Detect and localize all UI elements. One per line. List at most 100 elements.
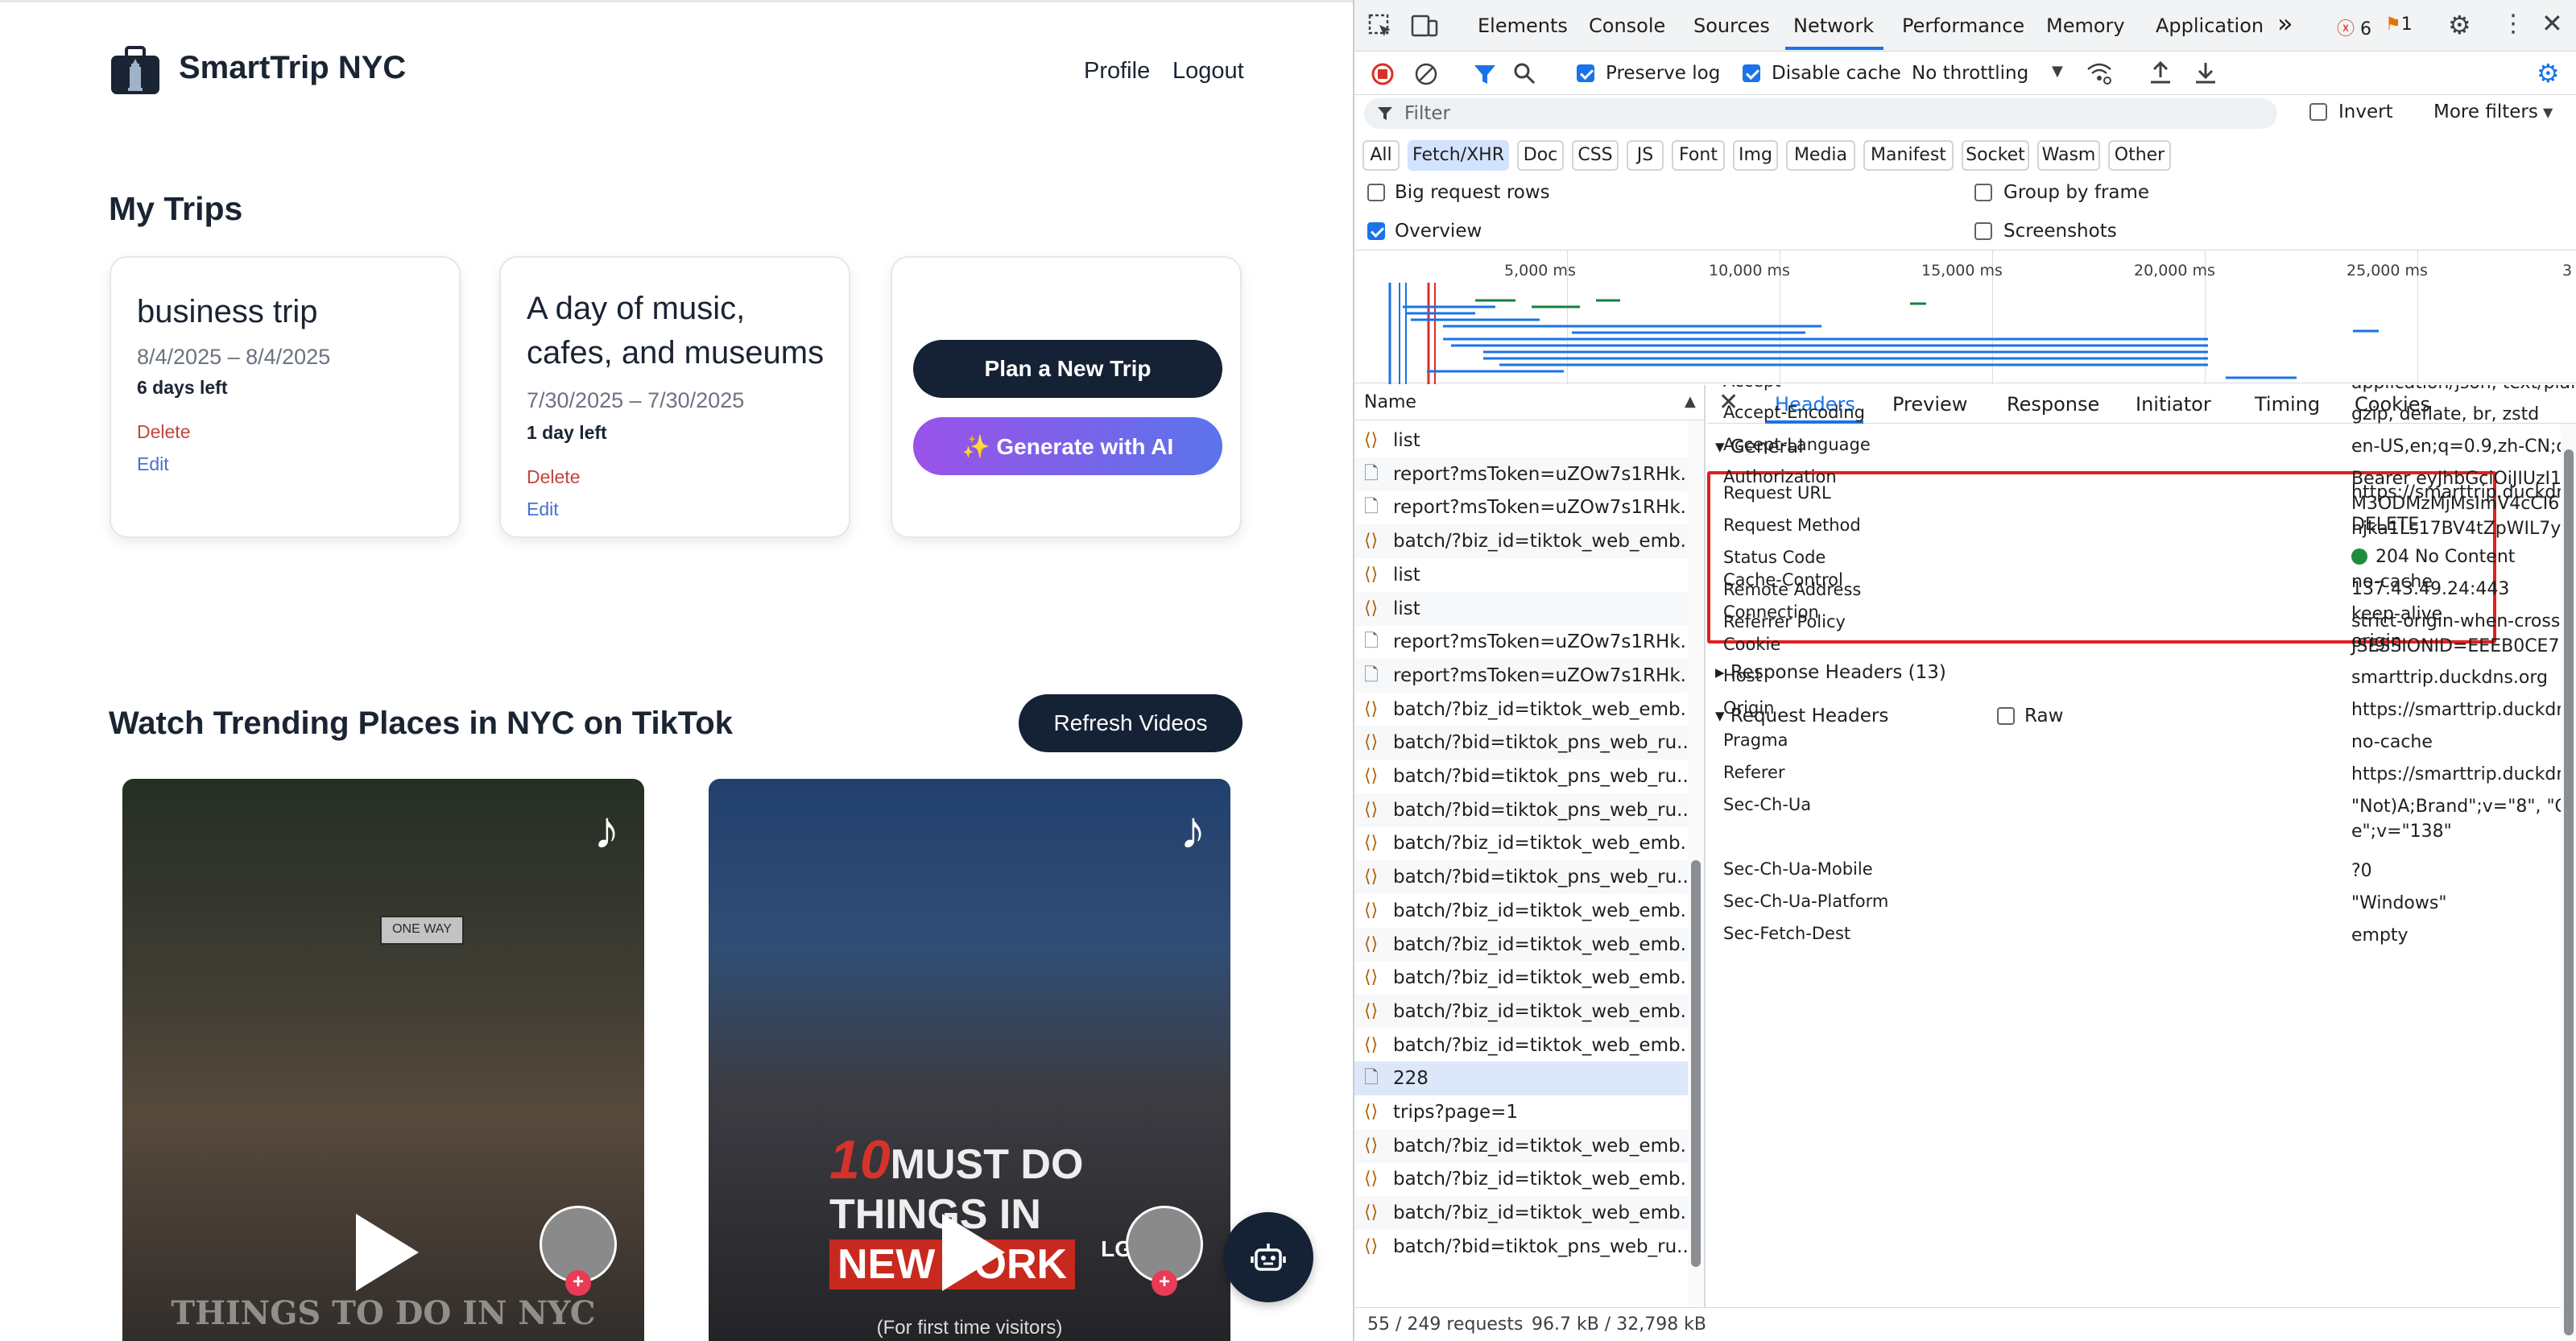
group-by-frame-label[interactable]: Group by frame xyxy=(2003,182,2149,203)
network-conditions-icon[interactable] xyxy=(2086,61,2113,85)
request-row[interactable]: 🗋 report?msToken=uZOw7s1RHk... xyxy=(1354,457,1688,491)
chatbot-button[interactable] xyxy=(1223,1212,1313,1302)
request-row[interactable]: ⟨⟩ batch/?biz_id=tiktok_web_emb... xyxy=(1354,894,1688,928)
profile-link[interactable]: Profile xyxy=(1084,58,1150,85)
request-header-value[interactable]: https://smarttrip.duckdns.org xyxy=(2351,697,2576,722)
search-icon[interactable] xyxy=(1512,61,1536,85)
type-filter-js[interactable]: JS xyxy=(1627,140,1664,171)
request-header-value[interactable]: en-US,en;q=0.9,zh-CN;q=0.8,zh;q=0.7 xyxy=(2351,434,2576,459)
settings-gear-icon[interactable]: ⚙ xyxy=(2448,10,2471,40)
edit-trip-link[interactable]: Edit xyxy=(137,453,169,475)
request-row[interactable]: ⟨⟩ batch/?bid=tiktok_pns_web_ru... xyxy=(1354,860,1688,895)
export-har-icon[interactable] xyxy=(2194,60,2218,85)
plan-new-trip-button[interactable]: Plan a New Trip xyxy=(913,340,1222,398)
throttling-select[interactable]: No throttling xyxy=(1912,63,2028,84)
request-row[interactable]: ⟨⟩ batch/?bid=tiktok_pns_web_ru... xyxy=(1354,1230,1688,1264)
type-filter-wasm[interactable]: Wasm xyxy=(2037,140,2100,171)
play-icon[interactable] xyxy=(356,1214,419,1291)
overview-label[interactable]: Overview xyxy=(1395,221,1482,242)
request-row[interactable]: ⟨⟩ batch/?biz_id=tiktok_web_emb... xyxy=(1354,961,1688,995)
overview-checkbox[interactable] xyxy=(1367,222,1385,240)
device-toolbar-icon[interactable] xyxy=(1411,13,1438,39)
request-row[interactable]: ⟨⟩ batch/?bid=tiktok_pns_web_ru... xyxy=(1354,759,1688,793)
tab-performance[interactable]: Performance xyxy=(1902,14,2024,37)
tab-sources[interactable]: Sources xyxy=(1693,14,1770,37)
request-row[interactable]: ⟨⟩ list xyxy=(1354,558,1688,592)
disable-cache-label[interactable]: Disable cache xyxy=(1772,63,1901,84)
generate-with-ai-button[interactable]: ✨ Generate with AI xyxy=(913,417,1222,475)
type-filter-media[interactable]: Media xyxy=(1786,140,1855,171)
request-header-value[interactable]: "Windows" xyxy=(2351,891,2576,916)
screenshots-label[interactable]: Screenshots xyxy=(2003,221,2117,242)
request-header-value[interactable]: Bearer eyJhbGciOiJIUzI1NiJ9.eyJzdWIiOiI1… xyxy=(2351,466,2576,541)
follow-plus-icon[interactable]: + xyxy=(1152,1270,1177,1296)
tab-application[interactable]: Application xyxy=(2156,14,2264,37)
type-filter-all[interactable]: All xyxy=(1362,140,1400,171)
request-header-value[interactable]: "Not)A;Brand";v="8", "Chromium";v="138",… xyxy=(2351,794,2576,844)
kebab-menu-icon[interactable]: ⋮ xyxy=(2501,10,2525,38)
delete-trip-link[interactable]: Delete xyxy=(137,421,190,443)
request-row[interactable]: ⟨⟩ batch/?biz_id=tiktok_web_emb... xyxy=(1354,994,1688,1029)
throttling-dropdown-icon[interactable]: ▼ xyxy=(2052,63,2063,80)
inspect-element-icon[interactable] xyxy=(1367,13,1393,39)
request-row[interactable]: ⟨⟩ list xyxy=(1354,591,1688,626)
request-row[interactable]: ⟨⟩ batch/?biz_id=tiktok_web_emb... xyxy=(1354,1128,1688,1163)
edit-trip-link[interactable]: Edit xyxy=(527,499,559,520)
tab-network[interactable]: Network xyxy=(1793,14,1874,37)
type-filter-css[interactable]: CSS xyxy=(1572,140,1619,171)
group-by-frame-checkbox[interactable] xyxy=(1974,184,1992,201)
request-row[interactable]: ⟨⟩ batch/?biz_id=tiktok_web_emb... xyxy=(1354,1029,1688,1062)
stop-recording-icon[interactable] xyxy=(1371,62,1395,86)
type-filter-other[interactable]: Other xyxy=(2108,140,2171,171)
disable-cache-checkbox[interactable] xyxy=(1743,64,1760,82)
request-row[interactable]: ⟨⟩ batch/?biz_id=tiktok_web_emb... xyxy=(1354,1196,1688,1231)
sort-asc-icon[interactable]: ▲ xyxy=(1685,393,1696,410)
preserve-log-label[interactable]: Preserve log xyxy=(1606,63,1720,84)
details-scroll-thumb[interactable] xyxy=(2564,449,2574,1335)
screenshots-checkbox[interactable] xyxy=(1974,222,1992,240)
tiktok-video[interactable]: ONE WAY ♪ + THINGS TO DO IN NYC xyxy=(122,779,644,1341)
tiktok-video[interactable]: ♪ 10MUST DO THINGS IN NEW YORK LG + (For… xyxy=(709,779,1230,1341)
tab-memory[interactable]: Memory xyxy=(2046,14,2125,37)
general-value[interactable]: 204 No Content xyxy=(2351,547,2515,567)
request-row[interactable]: ⟨⟩ batch/?biz_id=tiktok_web_emb... xyxy=(1354,1162,1688,1196)
request-row[interactable]: ⟨⟩ batch/?bid=tiktok_pns_web_ru... xyxy=(1354,726,1688,760)
request-list-scroll-thumb[interactable] xyxy=(1691,860,1701,1267)
close-devtools-icon[interactable]: ✕ xyxy=(2541,8,2563,39)
network-settings-gear-icon[interactable]: ⚙ xyxy=(2537,58,2560,89)
follow-plus-icon[interactable]: + xyxy=(565,1270,591,1296)
type-filter-font[interactable]: Font xyxy=(1672,140,1725,171)
request-row[interactable]: ⟨⟩ batch/?biz_id=tiktok_web_emb... xyxy=(1354,826,1688,860)
network-overview-timeline[interactable]: 5,000 ms 10,000 ms 15,000 ms 20,000 ms 2… xyxy=(1354,250,2576,384)
request-row[interactable]: 🗋 report?msToken=uZOw7s1RHk... xyxy=(1354,490,1688,524)
refresh-videos-button[interactable]: Refresh Videos xyxy=(1019,694,1243,752)
name-column-header[interactable]: Name xyxy=(1354,385,1704,420)
type-filter-doc[interactable]: Doc xyxy=(1517,140,1564,171)
more-tabs-chevron-icon[interactable]: » xyxy=(2277,8,2293,39)
tab-preview[interactable]: Preview xyxy=(1892,393,1967,416)
play-icon[interactable] xyxy=(942,1214,1005,1291)
clear-icon[interactable] xyxy=(1414,62,1438,86)
request-header-value[interactable]: no-cache xyxy=(2351,730,2576,755)
errors-badge[interactable]: ⓧ 6 xyxy=(2337,14,2371,40)
tab-timing[interactable]: Timing xyxy=(2255,393,2320,416)
request-header-value[interactable]: ?0 xyxy=(2351,859,2576,884)
request-row[interactable]: 🗋 228 xyxy=(1354,1062,1688,1096)
import-har-icon[interactable] xyxy=(2148,60,2173,85)
raw-label[interactable]: Raw xyxy=(2024,706,2063,726)
request-header-value[interactable]: application/json, text/plain, */* xyxy=(2351,385,2576,395)
warnings-badge[interactable]: ⚑1 xyxy=(2385,14,2413,35)
raw-checkbox[interactable] xyxy=(1997,707,2015,725)
tab-response[interactable]: Response xyxy=(2007,393,2099,416)
request-header-value[interactable]: gzip, deflate, br, zstd xyxy=(2351,402,2576,427)
type-filter-manifest[interactable]: Manifest xyxy=(1863,140,1954,171)
request-header-value[interactable]: JSESSIONID=EEEB0CE7313C03136891DC7E2F1EB… xyxy=(2351,634,2576,659)
brand-title[interactable]: SmartTrip NYC xyxy=(179,50,406,86)
type-filter-fetch-xhr[interactable]: Fetch/XHR xyxy=(1408,140,1509,171)
invert-checkbox[interactable] xyxy=(2309,103,2327,121)
big-request-rows-checkbox[interactable] xyxy=(1367,184,1385,201)
request-row[interactable]: 🗋 report?msToken=uZOw7s1RHk... xyxy=(1354,658,1688,693)
request-row[interactable]: 🗋 report?msToken=uZOw7s1RHk... xyxy=(1354,625,1688,659)
tab-console[interactable]: Console xyxy=(1589,14,1665,37)
request-row[interactable]: ⟨⟩ batch/?biz_id=tiktok_web_emb... xyxy=(1354,927,1688,962)
